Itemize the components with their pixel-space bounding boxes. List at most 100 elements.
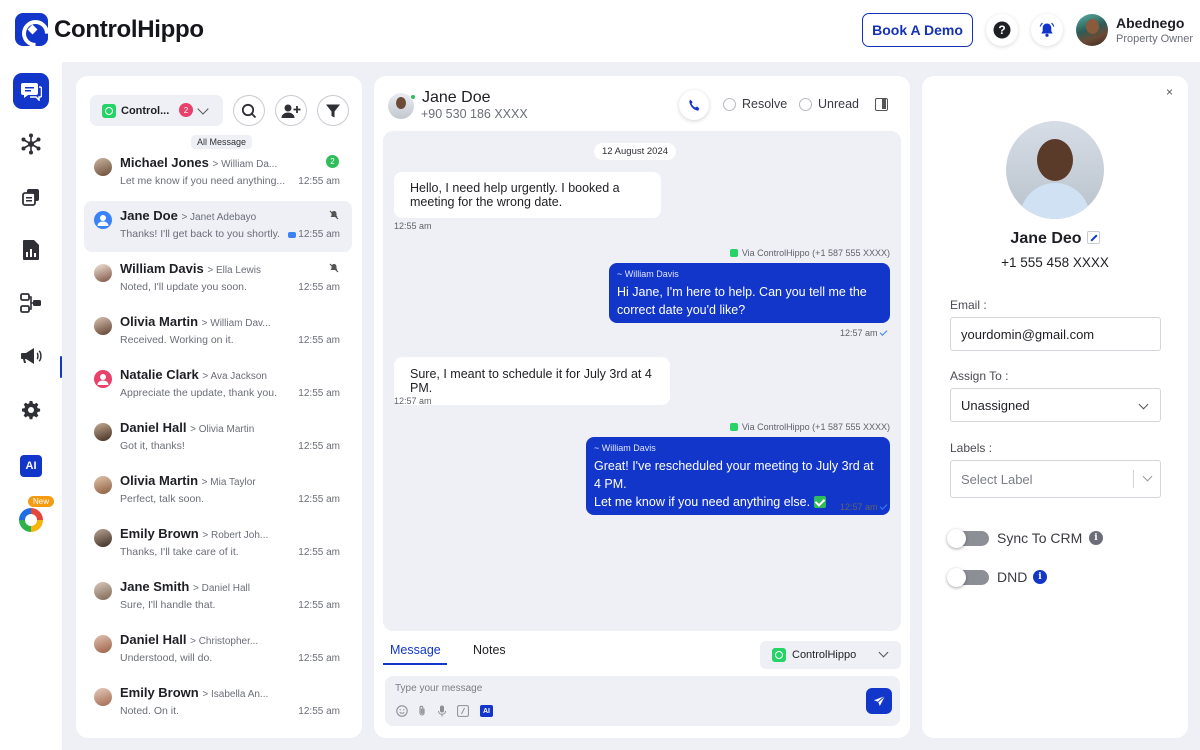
message-status-icon (288, 232, 296, 238)
sync-crm-toggle[interactable] (947, 529, 989, 548)
message-input[interactable] (395, 683, 855, 694)
tooltip-all-message: All Message (191, 135, 253, 149)
notifications-button[interactable] (1031, 14, 1063, 46)
message-composer: AI (385, 676, 900, 726)
search-button[interactable] (233, 95, 265, 126)
info-icon[interactable]: i (1089, 531, 1103, 545)
dnd-label: DND (997, 569, 1028, 585)
filter-button[interactable] (317, 95, 349, 126)
send-icon (873, 695, 885, 706)
resolve-label: Resolve (742, 97, 788, 111)
nav-reports[interactable] (13, 232, 49, 268)
dnd-toggle[interactable] (947, 568, 989, 587)
unread-radio[interactable] (799, 98, 812, 111)
message-time: 12:55 am (298, 706, 340, 717)
nav-network[interactable] (13, 126, 49, 162)
contact-name: Olivia Martin (120, 473, 199, 488)
conversation-item[interactable]: Emily Brown > Isabella An... Noted. On i… (84, 678, 352, 729)
voice-button[interactable] (436, 705, 448, 717)
emoji-icon (396, 705, 408, 717)
conversation-item[interactable]: Olivia Martin > William Dav... Received.… (84, 307, 352, 358)
message-time: 12:57 am (394, 396, 432, 406)
last-message: Sure, I'll handle that. (120, 599, 216, 611)
conversation-item[interactable]: Emily Brown > Robert Joh... Thanks, I'll… (84, 519, 352, 570)
conversation-item-selected[interactable]: Jane Doe > Janet Adebayo Thanks! I'll ge… (84, 201, 352, 252)
last-message: Thanks! I'll get back to you shortly. (120, 228, 280, 240)
check-emoji-icon (813, 496, 826, 508)
assign-select[interactable]: Unassigned (950, 388, 1161, 422)
message-thread: 12 August 2024 Hello, I need help urgent… (383, 131, 901, 631)
book-demo-button[interactable]: Book A Demo (862, 13, 973, 47)
conversation-item[interactable]: Jane Smith > Daniel Hall Sure, I'll hand… (84, 572, 352, 623)
help-icon: ? (993, 21, 1011, 39)
network-icon (21, 133, 41, 155)
ai-icon: AI (20, 455, 42, 477)
unread-label: Unread (818, 97, 859, 111)
labels-placeholder: Select Label (961, 471, 1033, 487)
contact-name: Jane Doe (120, 208, 178, 223)
close-button[interactable]: × (1166, 85, 1173, 99)
avatar (94, 582, 112, 600)
tab-notes[interactable]: Notes (473, 643, 506, 657)
send-via-select[interactable]: ControlHippo (760, 641, 901, 669)
tab-message[interactable]: Message (390, 643, 441, 657)
last-message: Noted, I'll update you soon. (120, 281, 247, 293)
whatsapp-icon (729, 249, 738, 257)
last-message: Understood, will do. (120, 652, 213, 664)
nav-chats[interactable] (13, 73, 49, 109)
via-channel-label: Via ControlHippo (+1 587 555 XXXX) (729, 248, 890, 258)
avatar (94, 688, 112, 706)
microphone-icon (438, 705, 446, 717)
edit-icon[interactable] (1086, 231, 1100, 244)
send-button[interactable] (866, 688, 892, 714)
nav-settings[interactable] (13, 392, 49, 428)
chevron-down-icon (1138, 399, 1149, 410)
agent-name: > Ella Lewis (207, 265, 261, 276)
avatar (94, 529, 112, 547)
brand-logo[interactable]: ControlHippo (15, 13, 204, 46)
copy-icon (22, 189, 39, 206)
conversation-item[interactable]: Daniel Hall > Olivia Martin Got it, than… (84, 413, 352, 464)
chat-panel: Jane Doe +90 530 186 XXXX Resolve Unread… (374, 76, 910, 738)
top-bar: ControlHippo Book A Demo ? Abednego Prop… (0, 0, 1200, 62)
nav-integrations[interactable] (13, 502, 49, 538)
nav-active-indicator (60, 356, 62, 378)
conversation-item[interactable]: Daniel Hall > Christopher... Understood,… (84, 625, 352, 676)
channel-select[interactable]: Control... 2 (90, 95, 223, 126)
sidebar-toggle-icon[interactable] (875, 98, 888, 111)
shortcut-button[interactable] (457, 705, 469, 717)
conversation-item[interactable]: Natalie Clark > Ava Jackson Appreciate t… (84, 360, 352, 411)
resolve-radio[interactable] (723, 98, 736, 111)
phone-icon (688, 99, 699, 111)
call-button[interactable] (679, 90, 709, 120)
conversation-item[interactable]: Olivia Martin > Mia Taylor Perfect, talk… (84, 466, 352, 517)
attach-button[interactable] (416, 705, 428, 717)
incoming-message: Hello, I need help urgently. I booked a … (394, 172, 661, 218)
contact-name: Daniel Hall (120, 632, 187, 647)
email-label: Email : (950, 298, 987, 312)
help-button[interactable]: ? (986, 14, 1018, 46)
contact-name: Jane Deo (1010, 230, 1082, 247)
info-icon[interactable]: i (1033, 570, 1047, 584)
contact-name: William Davis (120, 261, 204, 276)
chevron-down-icon (1142, 471, 1153, 482)
labels-select[interactable]: Select Label (950, 460, 1161, 498)
conversation-item[interactable]: William Davis > Ella Lewis Noted, I'll u… (84, 254, 352, 305)
add-contact-button[interactable] (275, 95, 307, 126)
nav-templates[interactable] (13, 179, 49, 215)
conversation-item[interactable]: Michael Jones > William Da... Let me kno… (84, 148, 352, 199)
nav-campaigns[interactable] (13, 338, 49, 374)
user-avatar[interactable] (1076, 14, 1108, 46)
nav-workflows[interactable] (13, 285, 49, 321)
message-time: 12:55 am (298, 494, 340, 505)
channel-label: Control... (121, 104, 170, 117)
date-separator: 12 August 2024 (594, 143, 677, 160)
email-field[interactable]: yourdomin@gmail.com (950, 317, 1161, 351)
agent-name: > Mia Taylor (201, 477, 256, 488)
message-time: 12:55 am (298, 335, 340, 346)
ai-assist-button[interactable]: AI (480, 705, 493, 717)
emoji-button[interactable] (396, 705, 408, 717)
online-status-dot (410, 94, 416, 100)
contact-name: Jane Smith (120, 579, 190, 594)
nav-ai[interactable]: AI (13, 448, 49, 484)
